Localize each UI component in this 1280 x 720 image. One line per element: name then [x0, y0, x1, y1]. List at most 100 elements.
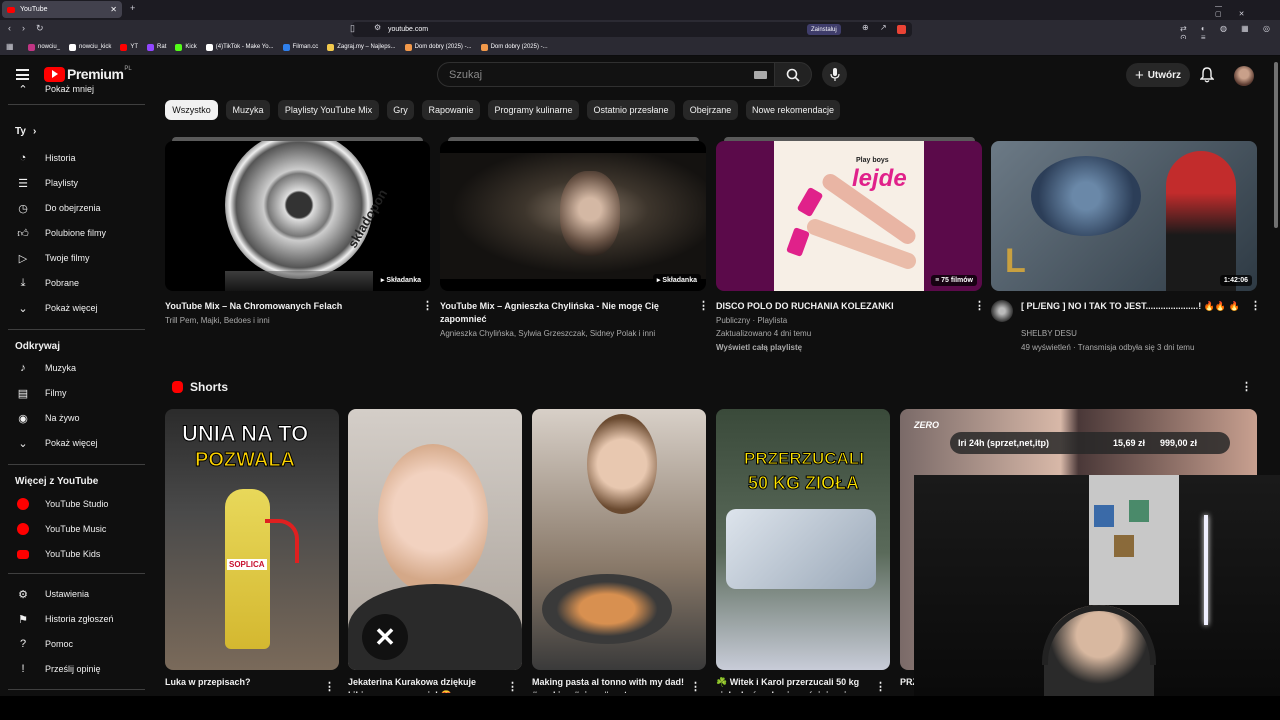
- sidebar-divider: [8, 104, 145, 105]
- bookmark-item[interactable]: (4)TikTok - Make Yo...: [205, 43, 274, 51]
- more-options-icon[interactable]: ⋮: [698, 299, 709, 312]
- video-title[interactable]: YouTube Mix – Na Chromowanych Felach: [165, 300, 410, 313]
- sidebar-item-history[interactable]: ◔ Historia: [0, 146, 150, 170]
- sidebar-item-feedback[interactable]: ! Prześlij opinię: [0, 657, 150, 681]
- install-button[interactable]: Zainstaluj: [807, 24, 841, 35]
- chip-music[interactable]: Muzyka: [226, 100, 270, 120]
- short-thumbnail[interactable]: [532, 409, 706, 670]
- shorts-more-options-icon[interactable]: ⋮: [1241, 380, 1252, 393]
- search-icon: [786, 68, 800, 82]
- video-channel[interactable]: SHELBY DESU: [1021, 327, 1251, 341]
- bookmark-favicon-icon: [480, 43, 488, 51]
- search-button[interactable]: [774, 62, 812, 87]
- avatar[interactable]: [1234, 66, 1254, 86]
- page-scrollbar[interactable]: [1274, 62, 1278, 228]
- chip-new-recommendations[interactable]: Nowe rekomendacje: [746, 100, 840, 120]
- short-thumbnail[interactable]: ✕: [348, 409, 522, 670]
- video-thumbnail[interactable]: ▸ Składanka: [440, 141, 706, 291]
- chip-recent[interactable]: Ostatnio przesłane: [587, 100, 675, 120]
- sidebar-item-report-history[interactable]: ⚑ Historia zgłoszeń: [0, 607, 150, 631]
- bookmark-page-icon[interactable]: ▯: [350, 23, 355, 34]
- video-title[interactable]: DISCO POLO DO RUCHANIA KOLEZANKI: [716, 300, 966, 313]
- close-tab-icon[interactable]: ✕: [110, 5, 117, 14]
- video-thumbnail[interactable]: Play boys lejde ≡ 75 filmów: [716, 141, 982, 291]
- window-controls[interactable]: —▢✕: [1215, 3, 1280, 18]
- short-thumbnail[interactable]: PRZERZUCALI 50 KG ZIOŁA: [716, 409, 890, 670]
- bookmark-item[interactable]: nowciu_: [28, 43, 60, 51]
- short-title[interactable]: Luka w przepisach?: [165, 676, 325, 689]
- bookmark-item[interactable]: Dom dobry (2025) -...: [480, 43, 548, 51]
- sidebar-item-your-videos[interactable]: ▷ Twoje filmy: [0, 246, 150, 270]
- view-playlist-link[interactable]: Wyświetl całą playlistę: [716, 341, 966, 355]
- channel-avatar[interactable]: [991, 300, 1013, 322]
- sidebar-item-settings[interactable]: ⚙ Ustawienia: [0, 582, 150, 606]
- sidebar-item-music-app[interactable]: YouTube Music: [0, 517, 150, 541]
- sidebar-item-kids[interactable]: YouTube Kids: [0, 542, 150, 566]
- sidebar-item-help[interactable]: ? Pomoc: [0, 632, 150, 656]
- video-title[interactable]: [ PL/ENG ] NO I TAK TO JEST.............…: [1021, 300, 1241, 326]
- bookmark-item[interactable]: Filman.cc: [282, 43, 318, 51]
- site-info-icon[interactable]: ⚙: [374, 23, 381, 32]
- more-options-icon[interactable]: ⋮: [422, 299, 433, 312]
- chip-cooking[interactable]: Programy kulinarne: [488, 100, 579, 120]
- browser-tab[interactable]: YouTube ✕: [2, 1, 122, 18]
- url-bar[interactable]: ▯ ⚙ youtube.com Zainstaluj ⊕ ↗: [350, 22, 912, 37]
- voice-search-button[interactable]: [822, 62, 847, 87]
- more-options-icon[interactable]: ⋮: [1250, 299, 1261, 312]
- sidebar-item-show-less[interactable]: ⌃ Pokaż mniej: [0, 81, 150, 97]
- short-thumbnail[interactable]: UNIA NA TO POZWALA SOPLICA: [165, 409, 339, 670]
- short-title[interactable]: Making pasta al tonno with my dad! #cook…: [532, 676, 692, 693]
- back-icon[interactable]: ‹: [8, 23, 11, 33]
- more-options-icon[interactable]: ⋮: [875, 680, 886, 693]
- video-thumbnail[interactable]: składopon ▸ Składanka: [165, 141, 430, 291]
- video-channel[interactable]: Agnieszka Chylińska, Sylwia Grzeszczak, …: [440, 327, 700, 341]
- chip-rap[interactable]: Rapowanie: [422, 100, 480, 120]
- share-icon[interactable]: ↗: [880, 23, 887, 32]
- chip-watched[interactable]: Obejrzane: [683, 100, 738, 120]
- bookmark-item[interactable]: Rat: [147, 43, 166, 51]
- video-thumbnail[interactable]: L 1:42:06: [991, 141, 1257, 291]
- bookmark-item[interactable]: Kick: [175, 43, 197, 51]
- keyboard-icon[interactable]: [754, 71, 767, 79]
- sidebar-item-live[interactable]: ◉ Na żywo: [0, 406, 150, 430]
- short-title[interactable]: PRZ: [900, 676, 914, 689]
- extension-shield-icon[interactable]: [897, 25, 906, 34]
- sidebar-item-films[interactable]: ▤ Filmy: [0, 381, 150, 405]
- more-options-icon[interactable]: ⋮: [974, 299, 985, 312]
- video-channel[interactable]: Trill Pem, Majki, Bedoes i inni: [165, 314, 410, 328]
- sidebar-item-show-more-explore[interactable]: ⌄ Pokaż więcej: [0, 431, 150, 455]
- hamburger-menu-icon[interactable]: [16, 69, 29, 80]
- sidebar-item-studio[interactable]: YouTube Studio: [0, 492, 150, 516]
- reload-icon[interactable]: ↻: [36, 23, 44, 34]
- forward-icon[interactable]: ›: [22, 23, 25, 33]
- zoom-icon[interactable]: ⊕: [862, 23, 869, 32]
- create-button[interactable]: + Utwórz: [1126, 63, 1190, 87]
- new-tab-icon[interactable]: +: [130, 3, 135, 13]
- more-options-icon[interactable]: ⋮: [324, 680, 335, 693]
- app-root: YouTube ✕ + —▢✕ ‹ › ↻ ▯ ⚙ youtube.com Za…: [0, 0, 1280, 720]
- sidebar-you-heading[interactable]: Ty ›: [15, 126, 36, 137]
- sidebar-item-music[interactable]: ♪ Muzyka: [0, 356, 150, 380]
- sidebar-item-playlists[interactable]: ☰ Playlisty: [0, 171, 150, 195]
- feedback-icon: !: [21, 663, 25, 675]
- video-title[interactable]: YouTube Mix – Agnieszka Chylińska - Nie …: [440, 300, 690, 326]
- sidebar-item-show-more[interactable]: ⌄ Pokaż więcej: [0, 296, 150, 320]
- apps-grid-icon[interactable]: ▦: [6, 42, 14, 51]
- bookmark-item[interactable]: nowciu_kick: [69, 43, 111, 51]
- short-title[interactable]: ☘️ Witek i Karol przerzucali 50 kg zioł,…: [716, 676, 876, 693]
- chip-games[interactable]: Gry: [387, 100, 414, 120]
- more-options-icon[interactable]: ⋮: [507, 680, 518, 693]
- bookmark-item[interactable]: YT: [120, 43, 138, 51]
- short-title[interactable]: Jekaterina Kurakowa dziękuje kibicom za …: [348, 676, 508, 693]
- notifications-bell-icon[interactable]: [1199, 67, 1215, 88]
- youtube-logo[interactable]: Premium PL: [44, 66, 132, 82]
- search-input[interactable]: Szukaj: [437, 62, 775, 87]
- chip-all[interactable]: Wszystko: [165, 100, 218, 120]
- bookmark-item[interactable]: Zagraj.my – Najleps...: [327, 43, 396, 51]
- bookmark-item[interactable]: Dom dobry (2025) -...: [404, 43, 472, 51]
- chip-mix-playlists[interactable]: Playlisty YouTube Mix: [278, 100, 379, 120]
- sidebar-item-liked[interactable]: 👍︎ Polubione filmy: [0, 221, 150, 245]
- more-options-icon[interactable]: ⋮: [690, 680, 701, 693]
- sidebar-item-downloads[interactable]: ⤓ Pobrane: [0, 271, 150, 295]
- sidebar-item-watch-later[interactable]: ◷ Do obejrzenia: [0, 196, 150, 220]
